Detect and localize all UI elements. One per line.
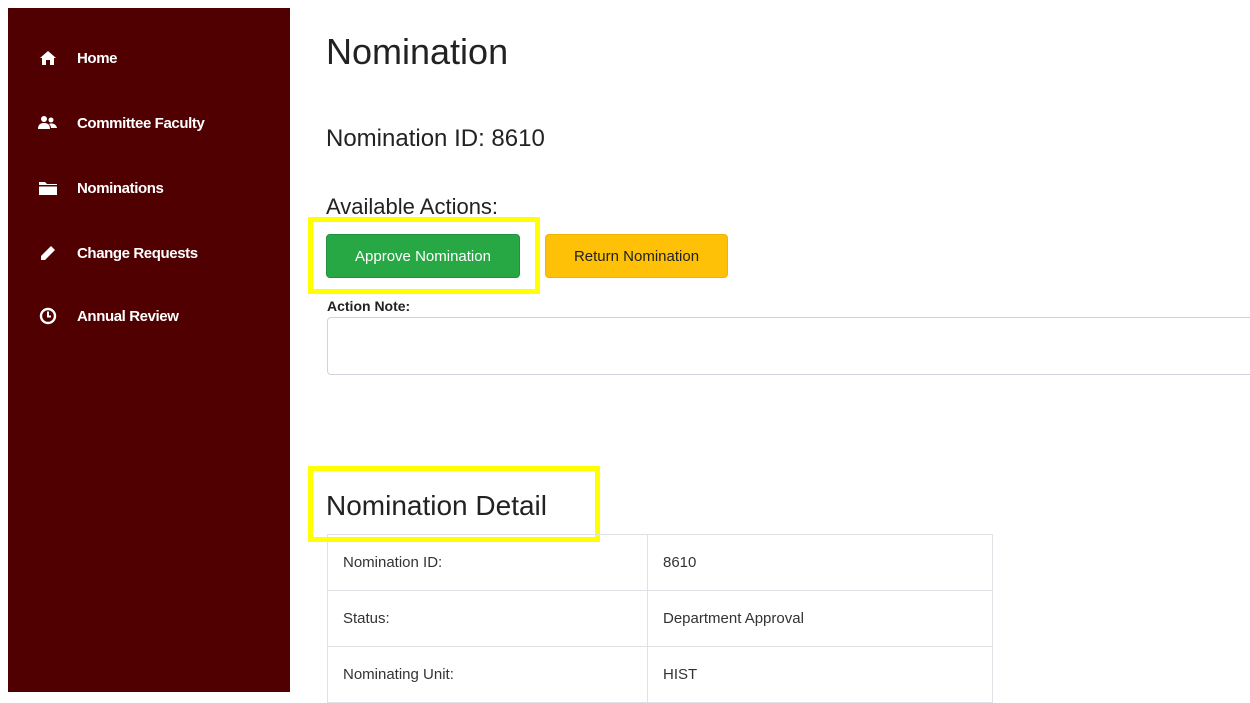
sidebar-item-nominations[interactable]: Nominations xyxy=(8,170,290,206)
detail-label: Nominating Unit: xyxy=(327,646,648,703)
sidebar-item-label: Committee Faculty xyxy=(77,114,205,132)
sidebar-item-committee-faculty[interactable]: Committee Faculty xyxy=(8,105,290,141)
nomination-detail-heading: Nomination Detail xyxy=(326,490,547,521)
sidebar-item-label: Home xyxy=(77,49,118,67)
table-row: Nominating Unit: HIST xyxy=(327,646,993,703)
action-note-label: Action Note: xyxy=(327,298,411,314)
sidebar: Home Committee Faculty Nominations Chang… xyxy=(8,8,290,692)
sidebar-item-home[interactable]: Home xyxy=(8,40,290,76)
sidebar-item-label: Annual Review xyxy=(77,307,179,325)
main-content: Nomination Nomination ID: 8610 Available… xyxy=(290,0,1250,703)
detail-value: HIST xyxy=(647,646,993,703)
approve-nomination-button[interactable]: Approve Nomination xyxy=(326,234,520,278)
users-icon xyxy=(38,113,58,133)
detail-label: Nomination ID: xyxy=(327,534,648,591)
clock-icon xyxy=(38,306,58,326)
action-note-input[interactable] xyxy=(327,317,1250,375)
nomination-id-heading: Nomination ID: 8610 xyxy=(326,125,545,152)
home-icon xyxy=(38,48,58,68)
nomination-detail-table: Nomination ID: 8610 Status: Department A… xyxy=(327,534,993,703)
detail-label: Status: xyxy=(327,590,648,647)
detail-value: Department Approval xyxy=(647,590,993,647)
pencil-icon xyxy=(38,243,58,263)
detail-value: 8610 xyxy=(647,534,993,591)
sidebar-item-change-requests[interactable]: Change Requests xyxy=(8,235,290,271)
sidebar-item-annual-review[interactable]: Annual Review xyxy=(8,298,290,334)
page-title: Nomination xyxy=(326,31,509,72)
sidebar-item-label: Change Requests xyxy=(77,244,198,262)
folder-icon xyxy=(38,178,58,198)
table-row: Nomination ID: 8610 xyxy=(327,534,993,591)
sidebar-item-label: Nominations xyxy=(77,179,164,197)
return-nomination-button[interactable]: Return Nomination xyxy=(545,234,728,278)
table-row: Status: Department Approval xyxy=(327,590,993,647)
